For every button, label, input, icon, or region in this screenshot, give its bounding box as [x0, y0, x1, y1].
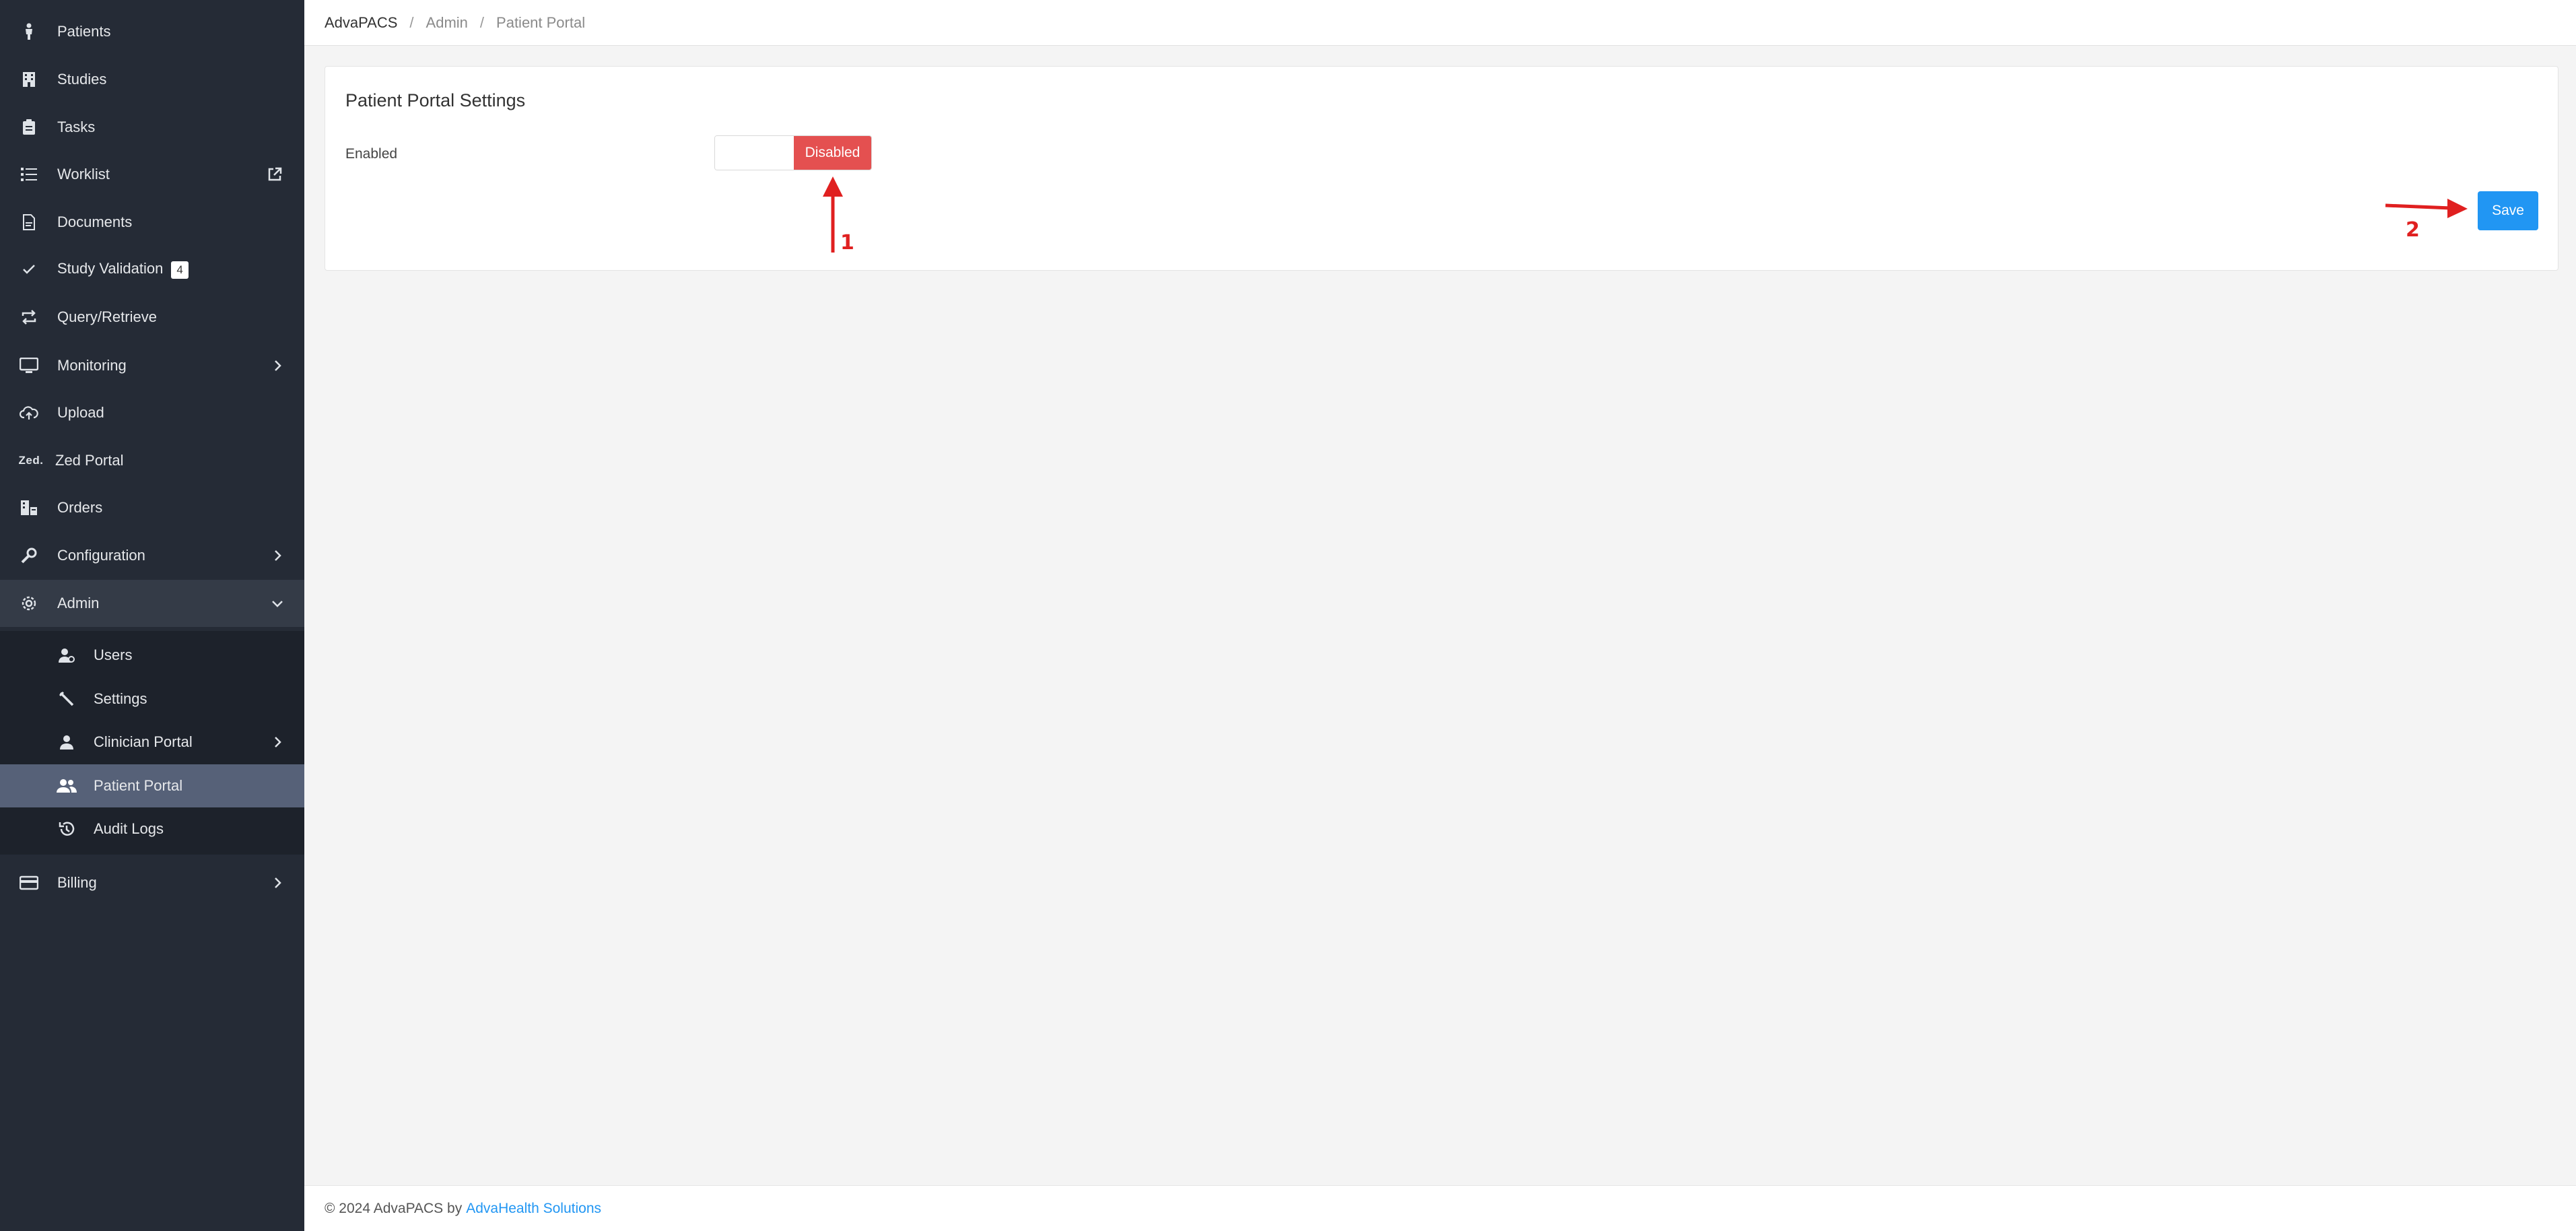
sidebar: Patients Studies Tasks Worklist Document…: [0, 0, 304, 1231]
building-icon: [19, 69, 39, 90]
sidebar-item-label: Billing: [57, 874, 97, 891]
sidebar-item-label: Settings: [94, 690, 147, 707]
breadcrumb: AdvaPACS / Admin / Patient Portal: [304, 0, 2576, 46]
count-badge: 4: [171, 261, 189, 279]
chevron-right-icon: [269, 734, 285, 750]
annotation-step-1: 1: [840, 231, 854, 255]
person-standing-icon: [19, 22, 39, 42]
sidebar-item-label: Tasks: [57, 119, 96, 135]
sidebar-item-studies[interactable]: Studies: [0, 56, 304, 103]
sidebar-item-label: Query/Retrieve: [57, 308, 157, 325]
document-icon: [19, 212, 39, 232]
sidebar-item-label: Patients: [57, 23, 111, 40]
clipboard-icon: [19, 117, 39, 137]
zed-logo-icon: Zed.: [18, 454, 44, 467]
patient-portal-settings-card: Patient Portal Settings Enabled Disabled…: [325, 66, 2558, 271]
breadcrumb-separator: /: [479, 13, 485, 31]
orders-icon: [19, 498, 39, 518]
sidebar-item-label: Configuration: [57, 547, 145, 564]
retweet-icon: [19, 307, 39, 327]
monitor-icon: [19, 356, 39, 376]
sidebar-item-clinician-portal[interactable]: Clinician Portal: [0, 721, 304, 764]
wrench-gear-icon: [19, 545, 39, 566]
breadcrumb-home[interactable]: AdvaPACS: [325, 14, 397, 32]
sidebar-item-label: Users: [94, 646, 133, 663]
sidebar-item-zed-portal[interactable]: Zed. Zed Portal: [0, 437, 304, 484]
sidebar-item-label: Monitoring: [57, 357, 127, 374]
toggle-handle[interactable]: [715, 136, 794, 170]
chevron-down-icon: [269, 595, 285, 611]
tools-icon: [57, 689, 77, 709]
sidebar-item-upload[interactable]: Upload: [0, 389, 304, 436]
enabled-label: Enabled: [345, 146, 398, 162]
chevron-right-icon: [269, 358, 285, 374]
footer-company-link[interactable]: AdvaHealth Solutions: [466, 1201, 601, 1217]
user-icon: [57, 732, 77, 752]
sidebar-item-label: Zed Portal: [55, 452, 124, 469]
sidebar-item-patient-portal[interactable]: Patient Portal: [0, 764, 304, 807]
sidebar-item-label: Orders: [57, 499, 103, 516]
sidebar-item-label: Upload: [57, 404, 104, 421]
credit-card-icon: [19, 873, 39, 893]
user-settings-icon: [57, 645, 77, 665]
sidebar-item-label: Audit Logs: [94, 820, 164, 837]
users-icon: [57, 776, 77, 796]
footer-copyright: © 2024 AdvaPACS by: [325, 1200, 463, 1216]
breadcrumb-admin[interactable]: Admin: [426, 14, 468, 32]
sidebar-item-label: Clinician Portal: [94, 733, 193, 750]
check-icon: [19, 259, 39, 279]
external-link-icon[interactable]: [267, 166, 283, 182]
sidebar-item-patients[interactable]: Patients: [0, 8, 304, 55]
sidebar-item-label: Patient Portal: [94, 777, 183, 794]
enabled-toggle[interactable]: Disabled: [714, 135, 872, 170]
sidebar-item-label: Worklist: [57, 166, 110, 182]
sidebar-item-users[interactable]: Users: [0, 634, 304, 677]
sidebar-item-documents[interactable]: Documents: [0, 199, 304, 246]
page-title: Patient Portal Settings: [345, 90, 526, 110]
sidebar-item-audit-logs[interactable]: Audit Logs: [0, 807, 304, 851]
breadcrumb-current: Patient Portal: [496, 13, 586, 31]
save-button[interactable]: Save: [2478, 191, 2538, 230]
sidebar-item-label: Studies: [57, 71, 107, 88]
sidebar-item-monitoring[interactable]: Monitoring: [0, 342, 304, 389]
sidebar-item-label: Study Validation 4: [57, 260, 189, 279]
admin-submenu: Users Settings Clinician Portal Patient …: [0, 631, 304, 855]
sidebar-item-admin[interactable]: Admin: [0, 580, 304, 627]
sidebar-item-worklist[interactable]: Worklist: [0, 151, 304, 198]
sidebar-item-tasks[interactable]: Tasks: [0, 104, 304, 151]
list-icon: [19, 164, 39, 185]
sidebar-item-study-validation[interactable]: Study Validation 4: [0, 246, 304, 293]
toggle-state-label[interactable]: Disabled: [793, 136, 871, 170]
sidebar-item-settings[interactable]: Settings: [0, 677, 304, 721]
breadcrumb-separator: /: [409, 13, 414, 31]
annotation-step-2: 2: [2406, 218, 2420, 242]
sidebar-item-query-retrieve[interactable]: Query/Retrieve: [0, 294, 304, 341]
sidebar-item-orders[interactable]: Orders: [0, 484, 304, 531]
chevron-right-icon: [269, 875, 285, 891]
history-icon: [57, 819, 77, 839]
cloud-upload-icon: [19, 403, 39, 423]
chevron-right-icon: [269, 547, 285, 564]
sidebar-item-label: Documents: [57, 213, 133, 230]
sidebar-item-billing[interactable]: Billing: [0, 859, 304, 906]
footer: © 2024 AdvaPACS by AdvaHealth Solutions: [304, 1185, 2576, 1231]
sidebar-item-configuration[interactable]: Configuration: [0, 532, 304, 579]
gear-icon: [19, 593, 39, 613]
sidebar-item-label: Admin: [57, 595, 100, 611]
